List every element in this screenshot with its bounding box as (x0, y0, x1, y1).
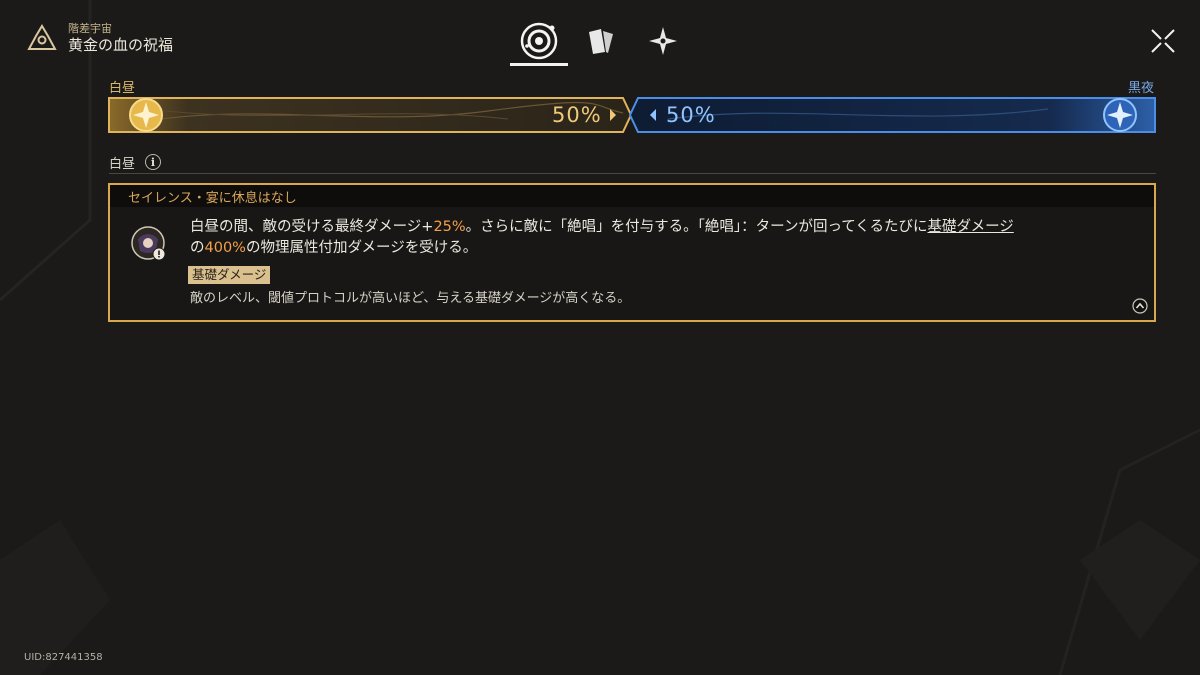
day-night-balance-bar (108, 97, 1156, 133)
nighttime-label: 黒夜 (1127, 81, 1154, 96)
active-tab-indicator (510, 63, 568, 66)
top-tabs (508, 16, 694, 66)
desc-text-2: 。さらに敵に「絶唱」を付与する。「絶唱」：ターンが回ってくるたびに (465, 219, 928, 235)
highlight-value-1: 25% (433, 219, 466, 235)
tab-curio[interactable] (570, 16, 632, 66)
desc-text-1: 白昼の間、敵の受ける最終ダメージ+ (190, 219, 434, 235)
keyword-description: 敵のレベル、閾値プロトコルが高いほど、与える基礎ダメージが高くなる。 (190, 291, 631, 306)
collapse-button[interactable] (1132, 298, 1148, 314)
effect-card: セイレンス・宴に休息はなし 白昼の間、敵の受ける最終ダメージ+25%。さらに敵に… (108, 183, 1156, 322)
header-subtitle: 階差宇宙 (68, 22, 112, 35)
base-damage-link[interactable]: 基礎ダメージ (928, 219, 1014, 235)
user-id: UID:827441358 (24, 652, 103, 663)
keyword-tag: 基礎ダメージ (188, 266, 271, 284)
triangle-emblem-icon (27, 23, 57, 50)
daytime-label: 白昼 (109, 81, 136, 96)
orb-icon (520, 22, 558, 60)
highlight-value-2: 400% (204, 240, 246, 256)
desc-text-4: の物理属性付加ダメージを受ける。 (245, 240, 478, 256)
daytime-percentage: 50% (552, 103, 602, 127)
close-button[interactable] (1146, 24, 1180, 58)
header-title: 黄金の血の祝福 (68, 36, 174, 54)
effect-description: 白昼の間、敵の受ける最終ダメージ+25%。さらに敵に「絶唱」を付与する。「絶唱」… (190, 217, 1130, 259)
effect-title: セイレンス・宴に休息はなし (110, 185, 1154, 207)
character-avatar-icon (131, 226, 166, 261)
tab-star[interactable] (632, 16, 694, 66)
section-header: 白昼 i (109, 151, 1156, 174)
moon-emblem-icon (1103, 98, 1137, 132)
nighttime-percentage: 50% (666, 103, 716, 127)
curio-card-icon (589, 29, 613, 54)
close-icon (1151, 29, 1175, 53)
tab-blessing-orb[interactable] (508, 16, 570, 66)
section-label: 白昼 (109, 156, 136, 172)
four-point-star-icon (649, 27, 677, 55)
universe-header: 階差宇宙 黄金の血の祝福 (26, 22, 173, 55)
desc-text-3: の (190, 240, 205, 256)
sun-emblem-icon (129, 98, 163, 132)
info-icon[interactable]: i (145, 154, 162, 170)
